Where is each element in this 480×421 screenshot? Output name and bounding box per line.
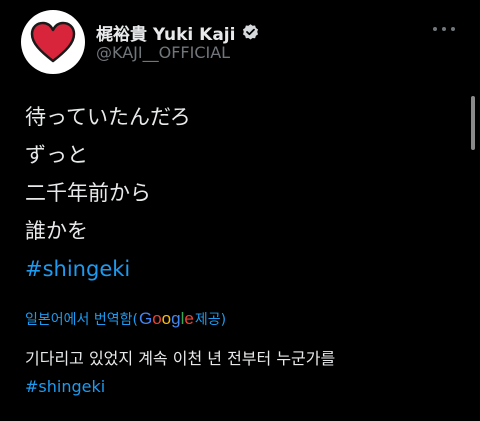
translated-line: 기다리고 있었지 계속 이천 년 전부터 누군가를 — [25, 349, 336, 368]
avatar[interactable] — [21, 10, 85, 74]
tweet-text: 待っていたんだろ ずっと 二千年前から 誰かを #shingeki — [25, 98, 445, 288]
translation-prefix: 일본어에서 번역함( — [25, 312, 138, 328]
tweet-line: 二千年前から — [25, 181, 151, 205]
tweet-line: 誰かを — [25, 219, 88, 243]
tweet-line: 待っていたんだろ — [25, 105, 191, 129]
tweet-line: ずっと — [25, 143, 88, 167]
google-letter: G — [138, 309, 153, 328]
more-dot — [451, 27, 455, 31]
name-row: 梶裕貴 Yuki Kaji — [96, 20, 260, 45]
tweet-header: 梶裕貴 Yuki Kaji @KAJI__OFFICIAL — [21, 10, 461, 74]
verified-badge-icon — [243, 24, 259, 40]
scrollbar[interactable] — [471, 96, 475, 150]
user-handle[interactable]: @KAJI__OFFICIAL — [96, 43, 230, 62]
google-letter: o — [161, 309, 172, 328]
google-letter: g — [171, 309, 181, 328]
google-logo: Google — [139, 309, 194, 329]
translated-hashtag-link[interactable]: #shingeki — [25, 373, 455, 401]
translated-text: 기다리고 있었지 계속 이천 년 전부터 누군가를 #shingeki — [25, 345, 455, 401]
red-heart-icon — [30, 21, 76, 63]
more-dot — [442, 27, 446, 31]
google-letter: e — [184, 309, 194, 328]
more-options-icon[interactable] — [433, 22, 455, 36]
display-name[interactable]: 梶裕貴 Yuki Kaji — [96, 20, 235, 45]
google-letter: o — [152, 309, 162, 328]
translation-attribution[interactable]: 일본어에서 번역함( Google 제공) — [25, 309, 226, 329]
more-dot — [433, 27, 437, 31]
translation-suffix: 제공) — [194, 312, 227, 328]
hashtag-link[interactable]: #shingeki — [25, 250, 445, 288]
